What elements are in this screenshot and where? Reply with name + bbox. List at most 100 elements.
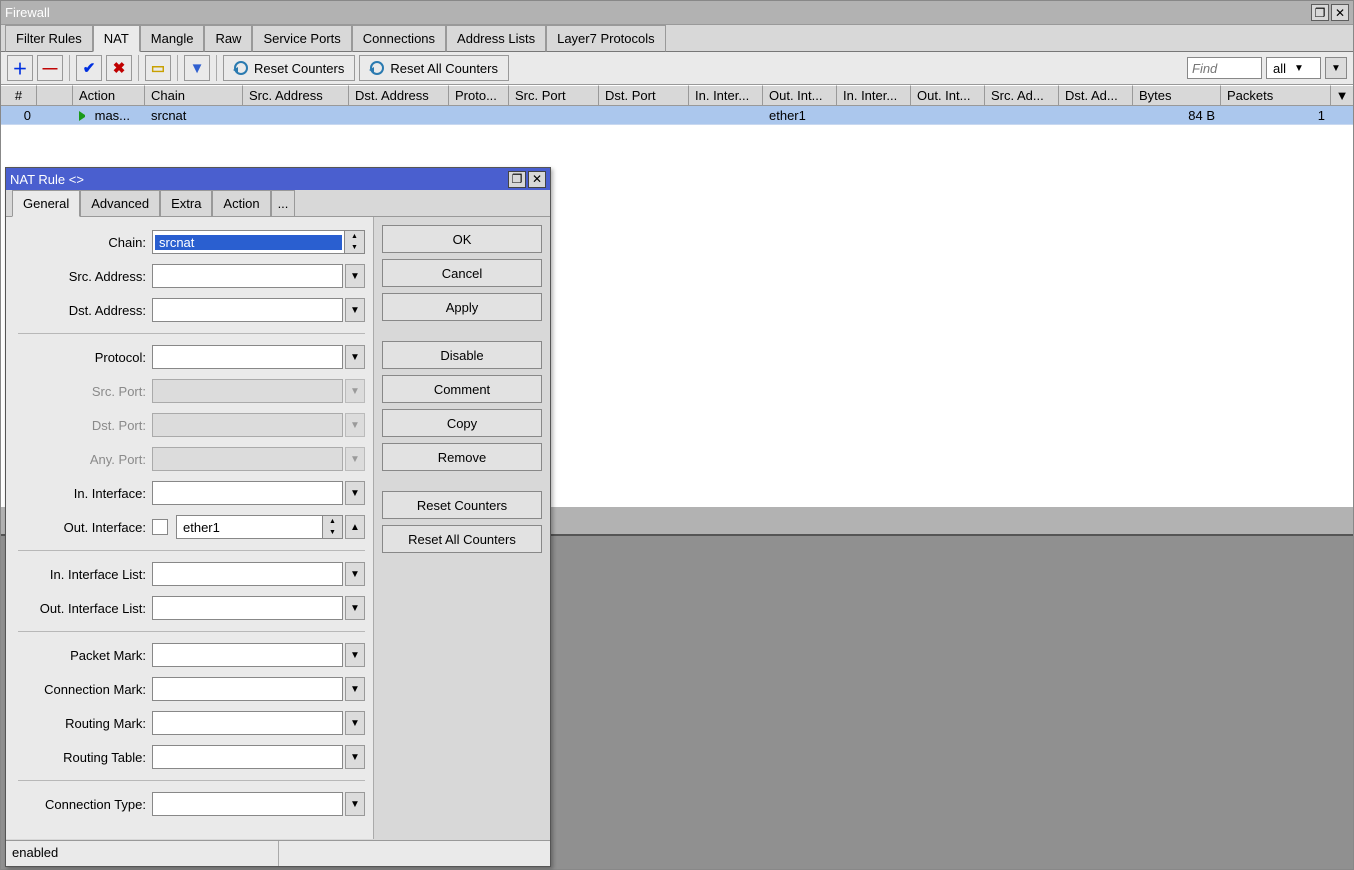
tab-general[interactable]: General	[12, 190, 80, 217]
out-interface-list-select[interactable]	[152, 596, 343, 620]
col-out-interface-list[interactable]: Out. Int...	[911, 85, 985, 105]
col-out-interface[interactable]: Out. Int...	[763, 85, 837, 105]
expand-button[interactable]: ▼	[345, 345, 365, 369]
dst-address-input[interactable]	[152, 298, 343, 322]
add-button[interactable]: ＋	[7, 55, 33, 81]
connection-type-select[interactable]	[152, 792, 343, 816]
routing-mark-select[interactable]	[152, 711, 343, 735]
tab-advanced[interactable]: Advanced	[80, 190, 160, 217]
close-icon[interactable]: ✕	[528, 171, 546, 188]
col-dst-address[interactable]: Dst. Address	[349, 85, 449, 105]
out-interface-select[interactable]: ether1 ▲▼	[176, 515, 343, 539]
tab-service-ports[interactable]: Service Ports	[252, 25, 351, 52]
restore-icon[interactable]: ❐	[508, 171, 526, 188]
expand-button[interactable]: ▼	[345, 711, 365, 735]
disable-button[interactable]: ✖	[106, 55, 132, 81]
protocol-select[interactable]	[152, 345, 343, 369]
invert-checkbox[interactable]	[152, 519, 168, 535]
reset-all-counters-button[interactable]: Reset All Counters	[359, 55, 509, 81]
tab-nat[interactable]: NAT	[93, 25, 140, 52]
reset-counters-button[interactable]: Reset Counters	[223, 55, 355, 81]
src-address-input[interactable]	[152, 264, 343, 288]
col-num[interactable]: #	[1, 85, 37, 105]
filter-button[interactable]: ▼	[184, 55, 210, 81]
expand-button[interactable]: ▼	[345, 677, 365, 701]
spinner-icon[interactable]: ▲▼	[344, 231, 364, 253]
col-dst-port[interactable]: Dst. Port	[599, 85, 689, 105]
comment-button[interactable]: ▭	[145, 55, 171, 81]
reset-counters-button[interactable]: Reset Counters	[382, 491, 542, 519]
any-port-label: Any. Port:	[6, 452, 152, 467]
find-input[interactable]	[1187, 57, 1262, 79]
spinner-icon[interactable]: ▲▼	[322, 516, 342, 538]
form-panel: Chain: srcnat ▲▼ Src. Address: ▼ Dst. Ad…	[6, 217, 374, 839]
ok-button[interactable]: OK	[382, 225, 542, 253]
collapse-button[interactable]: ▲	[345, 515, 365, 539]
col-bytes[interactable]: Bytes	[1133, 85, 1221, 105]
tab-raw[interactable]: Raw	[204, 25, 252, 52]
table-header: # Action Chain Src. Address Dst. Address…	[1, 85, 1353, 106]
apply-button[interactable]: Apply	[382, 293, 542, 321]
tab-action[interactable]: Action	[212, 190, 270, 217]
routing-table-select[interactable]	[152, 745, 343, 769]
chain-select[interactable]: srcnat ▲▼	[152, 230, 365, 254]
expand-button[interactable]: ▼	[345, 562, 365, 586]
tab-filter-rules[interactable]: Filter Rules	[5, 25, 93, 52]
restore-icon[interactable]: ❐	[1311, 4, 1329, 21]
tab-mangle[interactable]: Mangle	[140, 25, 205, 52]
remove-button[interactable]: —	[37, 55, 63, 81]
src-port-label: Src. Port:	[6, 384, 152, 399]
cancel-button[interactable]: Cancel	[382, 259, 542, 287]
disable-button[interactable]: Disable	[382, 341, 542, 369]
expand-button[interactable]: ▼	[345, 264, 365, 288]
separator	[138, 55, 139, 81]
columns-menu-button[interactable]: ▼	[1325, 57, 1347, 79]
col-action[interactable]: Action	[73, 85, 145, 105]
in-interface-list-select[interactable]	[152, 562, 343, 586]
tab-address-lists[interactable]: Address Lists	[446, 25, 546, 52]
filter-scope-select[interactable]: all ▼	[1266, 57, 1321, 79]
expand-button[interactable]: ▼	[345, 745, 365, 769]
copy-button[interactable]: Copy	[382, 409, 542, 437]
expand-button[interactable]: ▼	[345, 596, 365, 620]
col-src-address-list[interactable]: Src. Ad...	[985, 85, 1059, 105]
in-interface-select[interactable]	[152, 481, 343, 505]
reset-all-counters-label: Reset All Counters	[390, 61, 498, 76]
col-flag[interactable]	[37, 85, 73, 105]
connection-type-label: Connection Type:	[6, 797, 152, 812]
packet-mark-select[interactable]	[152, 643, 343, 667]
separator	[216, 55, 217, 81]
expand-button: ▼	[345, 447, 365, 471]
reset-all-counters-button[interactable]: Reset All Counters	[382, 525, 542, 553]
col-in-interface-list[interactable]: In. Inter...	[837, 85, 911, 105]
tab-layer7-protocols[interactable]: Layer7 Protocols	[546, 25, 666, 52]
close-icon[interactable]: ✕	[1331, 4, 1349, 21]
in-interface-label: In. Interface:	[6, 486, 152, 501]
table-row[interactable]: 0 mas... srcnat ether1 84 B 1	[1, 106, 1353, 125]
col-src-port[interactable]: Src. Port	[509, 85, 599, 105]
remove-button[interactable]: Remove	[382, 443, 542, 471]
connection-mark-select[interactable]	[152, 677, 343, 701]
columns-dropdown-button[interactable]: ▼	[1331, 85, 1353, 105]
expand-button[interactable]: ▼	[345, 298, 365, 322]
dialog-titlebar[interactable]: NAT Rule <> ❐ ✕	[6, 168, 550, 190]
expand-button[interactable]: ▼	[345, 792, 365, 816]
col-protocol[interactable]: Proto...	[449, 85, 509, 105]
dialog-statusbar: enabled	[6, 840, 550, 866]
col-packets[interactable]: Packets	[1221, 85, 1331, 105]
tab-more[interactable]: ...	[271, 190, 296, 217]
col-chain[interactable]: Chain	[145, 85, 243, 105]
tab-connections[interactable]: Connections	[352, 25, 446, 52]
comment-button[interactable]: Comment	[382, 375, 542, 403]
reset-counters-label: Reset Counters	[254, 61, 344, 76]
dialog-tabs: General Advanced Extra Action ...	[6, 190, 550, 217]
src-address-label: Src. Address:	[6, 269, 152, 284]
expand-button[interactable]: ▼	[345, 481, 365, 505]
expand-button[interactable]: ▼	[345, 643, 365, 667]
dst-port-input	[152, 413, 343, 437]
col-dst-address-list[interactable]: Dst. Ad...	[1059, 85, 1133, 105]
tab-extra[interactable]: Extra	[160, 190, 212, 217]
enable-button[interactable]: ✔	[76, 55, 102, 81]
col-in-interface[interactable]: In. Inter...	[689, 85, 763, 105]
col-src-address[interactable]: Src. Address	[243, 85, 349, 105]
